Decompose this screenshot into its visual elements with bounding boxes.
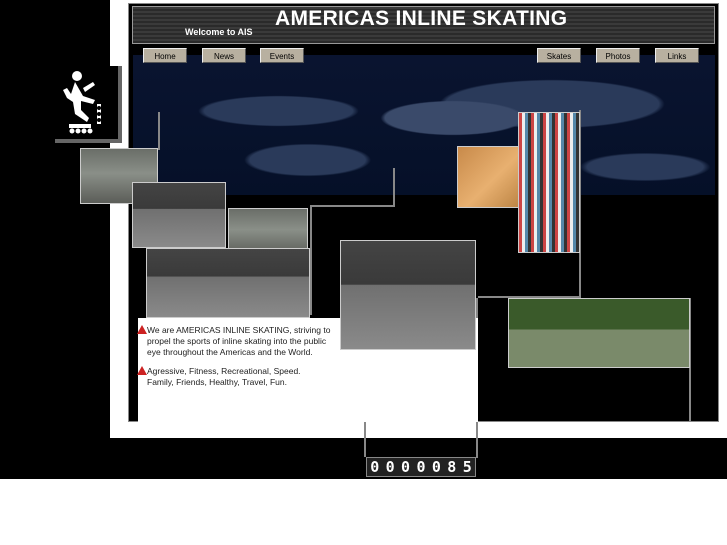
frame-line — [364, 422, 366, 457]
skating-photo-2 — [132, 182, 226, 248]
nav-home-button[interactable]: Home — [143, 48, 187, 63]
welcome-text: Welcome to AIS — [185, 27, 253, 37]
counter-digit: 0 — [416, 458, 426, 476]
counter-digit: 8 — [447, 458, 457, 476]
frame-line — [310, 205, 312, 315]
values-text: Family, Friends, Healthy, Travel, Fun. — [147, 377, 287, 387]
skating-photo-4 — [146, 248, 310, 318]
counter-digit: 0 — [431, 458, 441, 476]
world-map-banner — [133, 55, 715, 195]
counter-digit: 5 — [462, 458, 472, 476]
nav-events-button[interactable]: Events — [260, 48, 304, 63]
skater-icon — [63, 71, 101, 134]
visitor-counter: 0 0 0 0 0 8 5 — [366, 457, 476, 477]
disciplines-text: Agressive, Fitness, Recreational, Speed. — [147, 366, 301, 376]
bullet-icon — [137, 366, 147, 375]
group-skating-photo — [508, 298, 690, 368]
nav-photos-button[interactable]: Photos — [596, 48, 640, 63]
site-title: AMERICAS INLINE SKATING — [275, 7, 568, 30]
counter-digit: 0 — [370, 458, 380, 476]
counter-digit: 0 — [385, 458, 395, 476]
frame-line — [393, 168, 395, 206]
bullet-icon — [137, 325, 147, 334]
intro-paragraph: We are AMERICAS INLINE SKATING, striving… — [147, 325, 331, 357]
marathon-crowd-photo — [518, 112, 580, 253]
nav-links-button[interactable]: Links — [655, 48, 699, 63]
nav-skates-button[interactable]: Skates — [537, 48, 581, 63]
inline-skates-photo — [340, 240, 476, 350]
skater-logo — [55, 66, 122, 143]
nav-news-button[interactable]: News — [202, 48, 246, 63]
frame-line — [158, 112, 160, 150]
counter-digit: 0 — [401, 458, 411, 476]
frame-line — [310, 205, 395, 207]
